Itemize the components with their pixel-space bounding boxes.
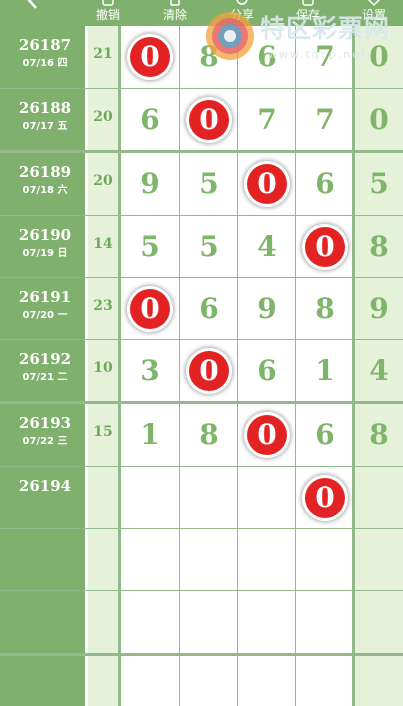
sum-value: 15: [93, 424, 113, 440]
top-toolbar: 撤销 清除 分享 保存 设置: [0, 0, 403, 26]
digit-cell[interactable]: 6: [238, 350, 296, 392]
digit-cell[interactable]: 3: [121, 350, 179, 392]
digit-cell[interactable]: 5: [121, 226, 179, 268]
tail-value: 8: [369, 418, 389, 451]
share-icon: [236, 0, 248, 5]
issue-number: 26192: [18, 350, 72, 368]
tail-value: 9: [369, 292, 389, 325]
digit-cell[interactable]: 9: [238, 288, 296, 330]
trend-grid: 26187 07/16 四 21 0 8 6 7 0 26188 07/17 五 20 6 0 7 7 0 26…: [0, 26, 403, 706]
digit-cell[interactable]: 6: [296, 414, 354, 456]
settings-label: 设置: [361, 8, 386, 22]
share-button[interactable]: 分享: [222, 0, 262, 26]
save-icon: [302, 0, 314, 6]
zero-marker[interactable]: 0: [189, 100, 229, 140]
undo-button[interactable]: 撤销: [88, 0, 128, 26]
sum-value: 10: [93, 360, 113, 376]
sum-value: 14: [93, 236, 113, 252]
digit-cell[interactable]: 5: [180, 226, 238, 268]
digit-cell[interactable]: 7: [238, 99, 296, 141]
zero-marker[interactable]: 0: [305, 478, 345, 518]
zero-marker[interactable]: 0: [247, 415, 287, 455]
issue-date: 07/22 三: [22, 436, 68, 447]
digit-cell[interactable]: 7: [296, 36, 354, 78]
sum-value: 21: [93, 46, 113, 62]
digit-cell[interactable]: 7: [296, 99, 354, 141]
tail-value: 8: [369, 230, 389, 263]
zero-marker[interactable]: 0: [305, 227, 345, 267]
digit-cell[interactable]: 4: [238, 226, 296, 268]
sum-value: 20: [93, 173, 113, 189]
issue-number: 26190: [18, 226, 72, 244]
zero-marker[interactable]: 0: [189, 351, 229, 391]
sum-value: 23: [93, 298, 113, 314]
save-button[interactable]: 保存: [288, 0, 328, 26]
zero-marker[interactable]: 0: [130, 37, 170, 77]
issue-date: 07/16 四: [22, 58, 68, 69]
zero-marker[interactable]: 0: [247, 164, 287, 204]
digit-cell[interactable]: 8: [296, 288, 354, 330]
digit-cell[interactable]: 6: [238, 36, 296, 78]
undo-icon: [102, 0, 114, 6]
trash-icon: [170, 0, 180, 6]
tail-value: 0: [369, 103, 389, 136]
zero-marker[interactable]: 0: [130, 289, 170, 329]
digit-cell[interactable]: 1: [296, 350, 354, 392]
draw-row[interactable]: [0, 529, 403, 592]
issue-number: 26189: [18, 163, 72, 181]
clear-label: 清除: [162, 8, 187, 22]
draw-row[interactable]: 26188 07/17 五 20 6 0 7 7 0: [0, 89, 403, 152]
share-label: 分享: [229, 8, 254, 22]
digit-cell[interactable]: 5: [180, 163, 238, 205]
digit-cell[interactable]: 8: [180, 36, 238, 78]
tail-value: 5: [369, 167, 389, 200]
sum-value: 20: [93, 109, 113, 125]
digit-cell[interactable]: 6: [121, 99, 179, 141]
draw-row[interactable]: 26194 0: [0, 467, 403, 530]
issue-date: 07/19 日: [22, 248, 68, 259]
digit-cell[interactable]: 6: [296, 163, 354, 205]
draw-row[interactable]: 26191 07/20 一 23 0 6 9 8 9: [0, 278, 403, 341]
draw-row[interactable]: [0, 656, 403, 706]
issue-number: 26193: [18, 414, 72, 432]
draw-row[interactable]: 26192 07/21 二 10 3 0 6 1 4: [0, 340, 403, 403]
issue-number: 26191: [18, 288, 72, 306]
issue-date: 07/21 二: [22, 372, 68, 383]
digit-cell[interactable]: 6: [180, 288, 238, 330]
draw-row[interactable]: 26189 07/18 六 20 9 5 0 6 5: [0, 153, 403, 216]
issue-number: 26187: [18, 36, 72, 54]
draw-row[interactable]: 26187 07/16 四 21 0 8 6 7 0: [0, 26, 403, 89]
draw-row[interactable]: [0, 591, 403, 654]
digit-cell[interactable]: 9: [121, 163, 179, 205]
issue-date: 07/17 五: [22, 121, 68, 132]
issue-number: 26188: [18, 99, 72, 117]
tail-value: 0: [369, 40, 389, 73]
gear-icon: [367, 0, 381, 6]
chevron-left-icon: [27, 0, 37, 9]
back-button[interactable]: [22, 0, 44, 10]
tail-value: 4: [369, 354, 389, 387]
save-label: 保存: [295, 8, 320, 22]
settings-button[interactable]: 设置: [354, 0, 394, 26]
issue-number: 26194: [18, 477, 72, 495]
undo-label: 撤销: [95, 8, 120, 22]
issue-date: 07/18 六: [22, 185, 68, 196]
draw-row[interactable]: 26190 07/19 日 14 5 5 4 0 8: [0, 216, 403, 279]
digit-cell[interactable]: 8: [180, 414, 238, 456]
digit-cell[interactable]: 1: [121, 414, 179, 456]
draw-row[interactable]: 26193 07/22 三 15 1 8 0 6 8: [0, 404, 403, 467]
clear-button[interactable]: 清除: [155, 0, 195, 26]
issue-date: 07/20 一: [22, 310, 68, 321]
